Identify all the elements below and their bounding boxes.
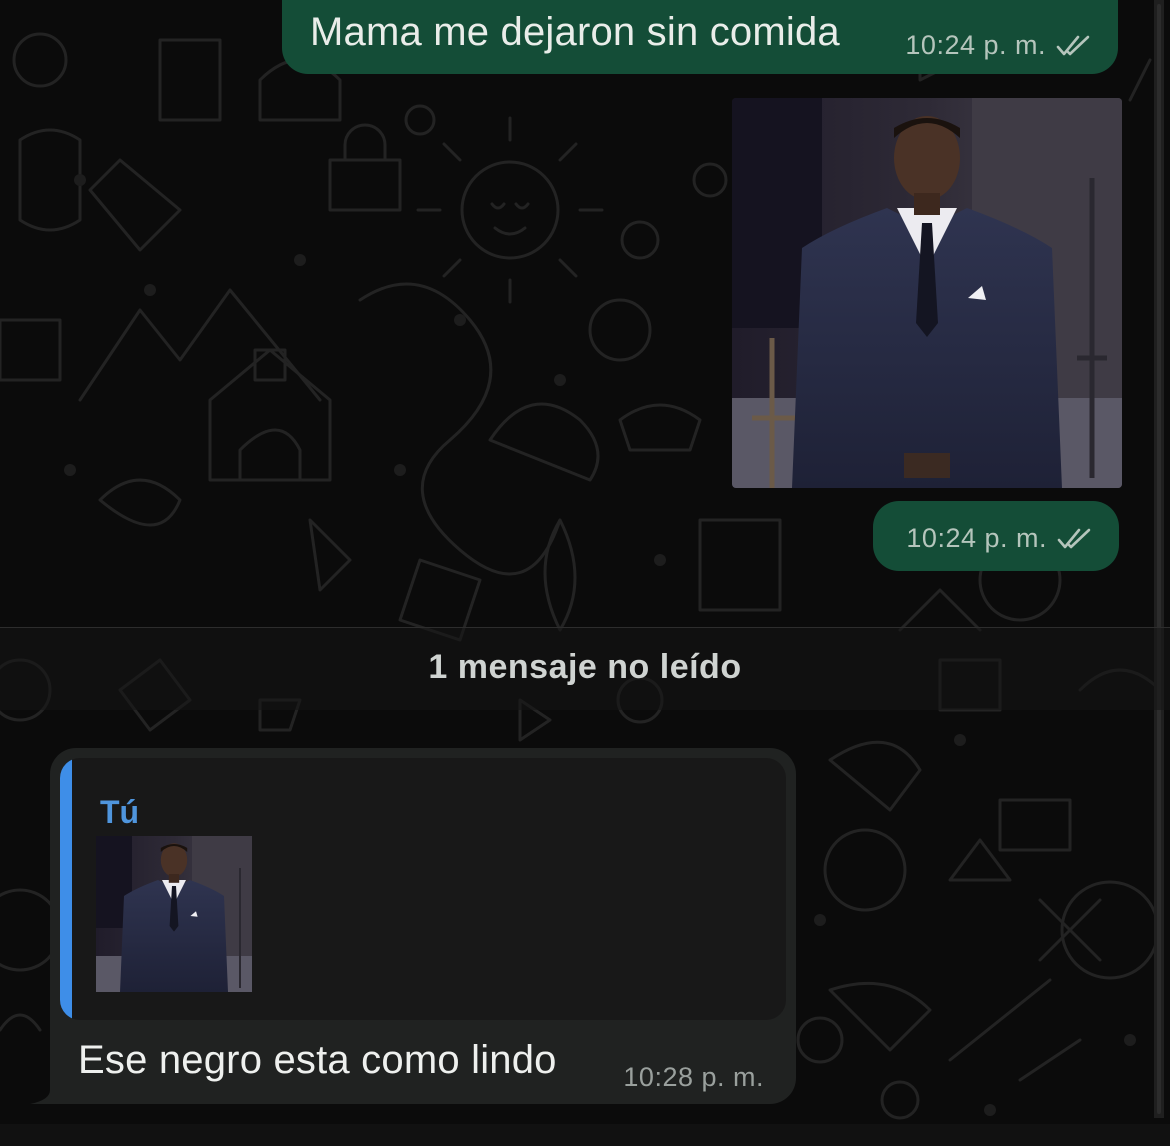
- message-meta: 10:24 p. m.: [905, 30, 1090, 61]
- double-check-icon: [1057, 528, 1091, 548]
- outgoing-message-bubble[interactable]: Mama me dejaron sin comida 10:24 p. m.: [282, 0, 1118, 74]
- unread-messages-divider: 1 mensaje no leído: [0, 627, 1170, 710]
- message-time: 10:24 p. m.: [906, 523, 1047, 553]
- bottom-edge: [0, 1124, 1170, 1146]
- message-time: 10:24 p. m.: [905, 30, 1046, 60]
- quote-accent-bar: [60, 758, 72, 1020]
- quoted-photo-thumbnail: [96, 836, 252, 992]
- message-time: 10:28 p. m.: [623, 1062, 764, 1092]
- quoted-reply[interactable]: Tú: [60, 758, 786, 1020]
- message-text: Ese negro esta como lindo: [78, 1038, 557, 1082]
- message-meta: 10:24 p. m.: [906, 523, 1091, 554]
- message-meta: 10:28 p. m.: [623, 1062, 764, 1093]
- photo-time-bubble: 10:24 p. m.: [873, 501, 1119, 571]
- message-text: Mama me dejaron sin comida: [310, 10, 840, 54]
- photo-image: [732, 98, 1122, 488]
- unread-messages-label: 1 mensaje no leído: [428, 648, 742, 686]
- outgoing-photo[interactable]: [732, 98, 1122, 488]
- double-check-icon: [1056, 35, 1090, 55]
- photo-image: [96, 836, 252, 992]
- quoted-author: Tú: [100, 794, 140, 830]
- scrollbar-thumb[interactable]: [1157, 4, 1161, 1114]
- incoming-message-bubble[interactable]: Tú Ese negro esta como lindo 10:28 p. m.: [50, 748, 796, 1104]
